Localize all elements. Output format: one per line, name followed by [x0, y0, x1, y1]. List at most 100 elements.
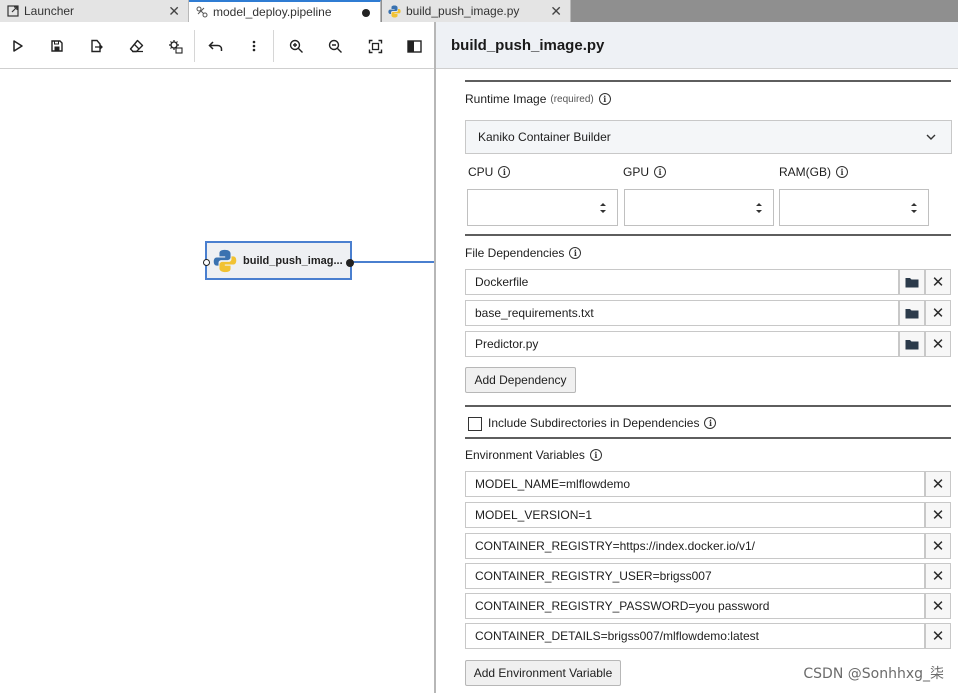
- node-properties-panel: build_push_image.py Runtime Image (requi…: [434, 22, 958, 693]
- include-subdirectories-label: Include Subdirectories in Dependencies i: [488, 416, 717, 430]
- file-dependencies-label: File Dependencies i: [465, 246, 582, 260]
- panel-header: build_push_image.py: [436, 22, 958, 69]
- runtime-image-label: Runtime Image (required) i: [465, 92, 611, 106]
- pipeline-toolbar: [0, 22, 434, 69]
- close-icon: ✕: [931, 506, 945, 524]
- env-var-field[interactable]: MODEL_NAME=mlflowdemo: [465, 471, 925, 497]
- stepper-icon[interactable]: [910, 201, 918, 215]
- dependency-field[interactable]: Dockerfile: [465, 269, 899, 295]
- tab-label: build_push_image.py: [406, 4, 520, 18]
- env-var-field[interactable]: CONTAINER_DETAILS=brigss007/mlflowdemo:l…: [465, 623, 925, 649]
- remove-button[interactable]: ✕: [925, 331, 951, 357]
- info-icon[interactable]: i: [654, 166, 667, 178]
- env-var-field[interactable]: MODEL_VERSION=1: [465, 502, 925, 528]
- close-icon[interactable]: ✕: [168, 3, 180, 20]
- add-dependency-button[interactable]: Add Dependency: [465, 367, 576, 393]
- tab-label: model_deploy.pipeline: [213, 5, 332, 19]
- node-label: build_push_imag...: [243, 254, 343, 267]
- browse-button[interactable]: [899, 300, 925, 326]
- launcher-icon: [6, 5, 19, 18]
- required-hint: (required): [550, 93, 594, 105]
- divider: [465, 80, 951, 82]
- toggle-panel-icon[interactable]: [405, 37, 423, 55]
- info-icon[interactable]: i: [569, 247, 582, 259]
- remove-button[interactable]: ✕: [925, 300, 951, 326]
- runtime-image-select[interactable]: Kaniko Container Builder: [465, 120, 952, 154]
- zoom-out-icon[interactable]: [326, 37, 344, 55]
- add-environment-variable-button[interactable]: Add Environment Variable: [465, 660, 621, 686]
- pipeline-canvas[interactable]: [0, 69, 434, 693]
- stepper-icon[interactable]: [599, 201, 607, 215]
- remove-button[interactable]: ✕: [925, 563, 951, 589]
- env-var-field[interactable]: CONTAINER_REGISTRY_USER=brigss007: [465, 563, 925, 589]
- watermark: CSDN @Sonhhxg_柒: [803, 666, 944, 682]
- pipeline-node[interactable]: build_push_imag...: [203, 241, 354, 280]
- gpu-input[interactable]: [624, 189, 774, 226]
- input-port[interactable]: [203, 259, 210, 266]
- more-icon[interactable]: [245, 37, 263, 55]
- dependency-field[interactable]: base_requirements.txt: [465, 300, 899, 326]
- panel-title: build_push_image.py: [451, 37, 605, 54]
- node-connection-line: [352, 261, 434, 263]
- unsaved-indicator-icon[interactable]: [362, 9, 370, 17]
- runtime-image-value: Kaniko Container Builder: [478, 130, 611, 144]
- info-icon[interactable]: i: [704, 417, 717, 429]
- toolbar-divider: [194, 30, 195, 62]
- tab-model-deploy-pipeline[interactable]: model_deploy.pipeline: [189, 0, 381, 22]
- pipeline-icon: [195, 6, 208, 19]
- info-icon[interactable]: i: [498, 166, 511, 178]
- env-var-field[interactable]: CONTAINER_REGISTRY=https://index.docker.…: [465, 533, 925, 559]
- save-icon[interactable]: [48, 37, 66, 55]
- close-icon: ✕: [931, 335, 945, 353]
- include-subdirectories-checkbox[interactable]: [468, 417, 482, 431]
- remove-button[interactable]: ✕: [925, 593, 951, 619]
- remove-button[interactable]: ✕: [925, 471, 951, 497]
- include-subdirectories-text: Include Subdirectories in Dependencies: [488, 416, 700, 430]
- browse-button[interactable]: [899, 331, 925, 357]
- divider: [465, 405, 951, 407]
- clear-icon[interactable]: [127, 37, 145, 55]
- divider: [465, 234, 951, 236]
- ram-input[interactable]: [779, 189, 929, 226]
- close-icon: ✕: [931, 597, 945, 615]
- info-icon[interactable]: i: [589, 449, 602, 461]
- tab-label: Launcher: [24, 4, 75, 18]
- close-icon: ✕: [931, 273, 945, 291]
- cpu-input[interactable]: [467, 189, 618, 226]
- export-icon[interactable]: [87, 37, 105, 55]
- info-icon[interactable]: i: [598, 93, 611, 105]
- dependency-field[interactable]: Predictor.py: [465, 331, 899, 357]
- remove-button[interactable]: ✕: [925, 623, 951, 649]
- tab-launcher[interactable]: Launcher ✕: [0, 0, 189, 22]
- output-port[interactable]: [346, 259, 354, 267]
- runtimes-icon[interactable]: [166, 37, 184, 55]
- stepper-icon[interactable]: [755, 201, 763, 215]
- close-icon: ✕: [931, 475, 945, 493]
- close-icon: ✕: [931, 627, 945, 645]
- close-icon: ✕: [931, 537, 945, 555]
- tab-build-push-image[interactable]: build_push_image.py ✕: [382, 0, 571, 22]
- folder-icon: [905, 339, 919, 349]
- cpu-label: CPU i: [468, 165, 511, 179]
- remove-button[interactable]: ✕: [925, 269, 951, 295]
- env-var-field[interactable]: CONTAINER_REGISTRY_PASSWORD=you password: [465, 593, 925, 619]
- remove-button[interactable]: ✕: [925, 502, 951, 528]
- zoom-in-icon[interactable]: [287, 37, 305, 55]
- chevron-down-icon: [926, 134, 936, 140]
- info-icon[interactable]: i: [836, 166, 848, 178]
- browse-button[interactable]: [899, 269, 925, 295]
- file-dependencies-label-text: File Dependencies: [465, 246, 565, 260]
- tab-bar: Launcher ✕ model_deploy.pipeline build_p…: [0, 0, 958, 22]
- close-icon: ✕: [931, 304, 945, 322]
- python-icon: [388, 5, 401, 18]
- toolbar-divider: [273, 30, 274, 62]
- close-icon[interactable]: ✕: [550, 3, 562, 20]
- fit-icon[interactable]: [366, 37, 384, 55]
- undo-icon[interactable]: [206, 37, 224, 55]
- close-icon: ✕: [931, 567, 945, 585]
- divider: [465, 437, 951, 439]
- runtime-image-label-text: Runtime Image: [465, 92, 547, 106]
- ram-label: RAM(GB) i: [779, 165, 848, 179]
- run-icon[interactable]: [9, 37, 27, 55]
- remove-button[interactable]: ✕: [925, 533, 951, 559]
